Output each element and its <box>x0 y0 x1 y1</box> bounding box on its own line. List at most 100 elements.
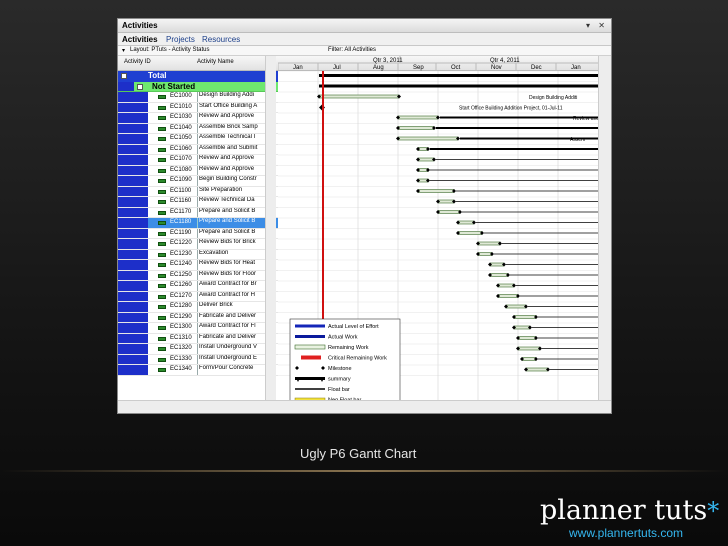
remaining-work-bar <box>521 357 537 361</box>
activity-name: Prepare and Solicit B <box>197 218 265 228</box>
activity-id: EC1240 <box>170 261 192 267</box>
tab-bar: Activities Projects Resources <box>118 33 611 46</box>
activity-id: EC1190 <box>170 229 192 236</box>
activity-id: EC1080 <box>170 166 192 173</box>
row-gutter <box>118 134 148 144</box>
activity-row[interactable]: EC1070 Review and Approve <box>118 155 278 166</box>
activity-id: EC1000 <box>170 93 192 99</box>
activity-type-icon <box>158 147 166 152</box>
activity-row[interactable]: EC1330 Install Underground E <box>118 354 278 365</box>
activity-id: EC1290 <box>170 313 192 320</box>
remaining-work-bar <box>505 304 527 309</box>
brand-star-icon: * <box>707 497 720 525</box>
brand-url[interactable]: www.plannertuts.com <box>569 526 683 540</box>
activity-type-icon <box>158 357 166 362</box>
tab-resources[interactable]: Resources <box>202 35 240 44</box>
activity-row[interactable]: EC1060 Assemble and Submit <box>118 144 278 155</box>
activity-type-icon <box>158 200 166 204</box>
row-gutter <box>118 197 148 207</box>
activity-row[interactable]: EC1220 Review Bids for Brick <box>118 239 278 250</box>
activity-name: Excavation <box>197 249 265 259</box>
activity-id: EC1230 <box>170 250 192 257</box>
remaining-work-bar <box>417 157 435 162</box>
collapse-icon[interactable] <box>137 83 143 90</box>
row-gutter <box>118 176 148 186</box>
activity-row[interactable]: EC1260 Award Contract for Br <box>118 281 278 292</box>
column-activity-id[interactable]: Activity ID <box>124 59 151 65</box>
activity-name: Review Bids for Brick <box>197 239 265 249</box>
p6-screenshot: Activities ▾ ✕ Activities Projects Resou… <box>117 18 612 414</box>
activity-name: Begin Building Constr <box>197 176 265 186</box>
legend-swatch-actual <box>295 335 325 338</box>
activity-row[interactable]: EC1340 Form/Pour Concrete <box>118 365 278 376</box>
table-vertical-scrollbar[interactable] <box>265 56 276 400</box>
row-gutter <box>118 312 148 322</box>
activity-row[interactable]: EC1230 Excavation <box>118 249 278 260</box>
row-gutter <box>118 270 148 280</box>
filter-label[interactable]: Filter: All Activities <box>328 47 376 53</box>
activity-name: Assemble Technical I <box>197 134 265 144</box>
total-row[interactable]: Total <box>118 71 278 82</box>
layout-menu-icon[interactable]: ▾ <box>122 47 125 54</box>
activity-type-icon <box>158 95 166 99</box>
activity-row[interactable]: EC1170 Prepare and Solicit B <box>118 207 278 218</box>
remaining-work-bar <box>397 126 435 130</box>
activity-type-icon <box>158 168 166 173</box>
activity-row[interactable]: EC1320 Install Underground V <box>118 344 278 355</box>
layout-label[interactable]: Layout: PTuts - Activity Status <box>130 47 209 53</box>
activity-row[interactable]: EC1270 Award Contract for H <box>118 291 278 302</box>
gantt-chart: Qtr 3, 2011 Qtr 4, 2011 Jan Jul Aug Sep Oct N… <box>278 56 598 400</box>
activity-row[interactable]: EC1310 Fabricate and Deliver <box>118 333 278 344</box>
activity-row[interactable]: EC1100 Site Preparation <box>118 186 278 197</box>
activity-row[interactable]: EC1090 Begin Building Constr <box>118 176 278 187</box>
row-gutter <box>118 123 148 133</box>
row-gutter <box>118 165 148 175</box>
activity-row[interactable]: EC1160 Review Technical Da <box>118 197 278 208</box>
activity-row[interactable]: EC1050 Assemble Technical I <box>118 134 278 145</box>
activity-type-icon <box>158 368 166 372</box>
activity-row[interactable]: EC1010 Start Office Building A <box>118 102 278 113</box>
row-gutter <box>118 186 148 196</box>
activity-id: EC1060 <box>170 145 192 152</box>
gantt-vertical-scrollbar[interactable] <box>598 56 611 400</box>
remaining-work-bar <box>513 315 537 319</box>
activity-type-icon <box>158 305 166 309</box>
activity-row[interactable]: EC1290 Fabricate and Deliver <box>118 312 278 323</box>
activity-type-icon <box>158 326 166 330</box>
activity-name: Design Building Addi <box>197 92 265 102</box>
activity-row[interactable]: EC1280 Deliver Brick <box>118 302 278 313</box>
activity-row[interactable]: EC1190 Prepare and Solicit B <box>118 228 278 239</box>
tab-activities[interactable]: Activities <box>122 35 158 44</box>
activity-row[interactable]: EC1040 Assemble Brick Samp <box>118 123 278 134</box>
activity-name: Install Underground E <box>197 354 265 364</box>
activity-row[interactable]: EC1080 Review and Approve <box>118 165 278 176</box>
activity-id: EC1330 <box>170 355 192 362</box>
column-activity-name[interactable]: Activity Name <box>197 59 234 65</box>
activity-row[interactable]: EC1240 Review Bids for Heat <box>118 260 278 271</box>
row-gutter <box>118 291 148 301</box>
group-row[interactable]: Not Started <box>118 81 278 92</box>
remaining-work-bar <box>489 262 505 267</box>
activity-name: Start Office Building A <box>197 102 265 112</box>
row-gutter <box>118 92 148 102</box>
row-gutter <box>118 144 148 154</box>
tab-projects[interactable]: Projects <box>166 35 195 44</box>
legend-label: Actual Level of Effort <box>328 324 379 330</box>
brand-name: planner tuts <box>540 495 708 526</box>
window-controls[interactable]: ▾ ✕ <box>586 21 608 30</box>
activity-row[interactable]: EC1300 Award Contract for Fl <box>118 323 278 334</box>
activity-row[interactable]: EC1250 Review Bids for Floor <box>118 270 278 281</box>
row-gutter <box>118 333 148 343</box>
activity-row[interactable]: EC1180 Prepare and Solicit B <box>118 218 278 229</box>
horizontal-scrollbar[interactable] <box>118 400 611 413</box>
collapse-icon[interactable] <box>121 73 127 79</box>
activity-type-icon <box>158 284 166 288</box>
activity-id: EC1250 <box>170 271 192 278</box>
activity-row[interactable]: EC1030 Review and Approve <box>118 113 278 124</box>
remaining-work-bar <box>318 94 400 99</box>
activity-id: EC1070 <box>170 156 192 162</box>
activity-name: Award Contract for Br <box>197 281 265 291</box>
activity-row[interactable]: EC1000 Design Building Addi <box>118 92 278 103</box>
activity-type-icon <box>158 105 166 110</box>
timescale-svg: Qtr 3, 2011 Qtr 4, 2011 Jan Jul Aug Sep Oct N… <box>278 56 598 71</box>
